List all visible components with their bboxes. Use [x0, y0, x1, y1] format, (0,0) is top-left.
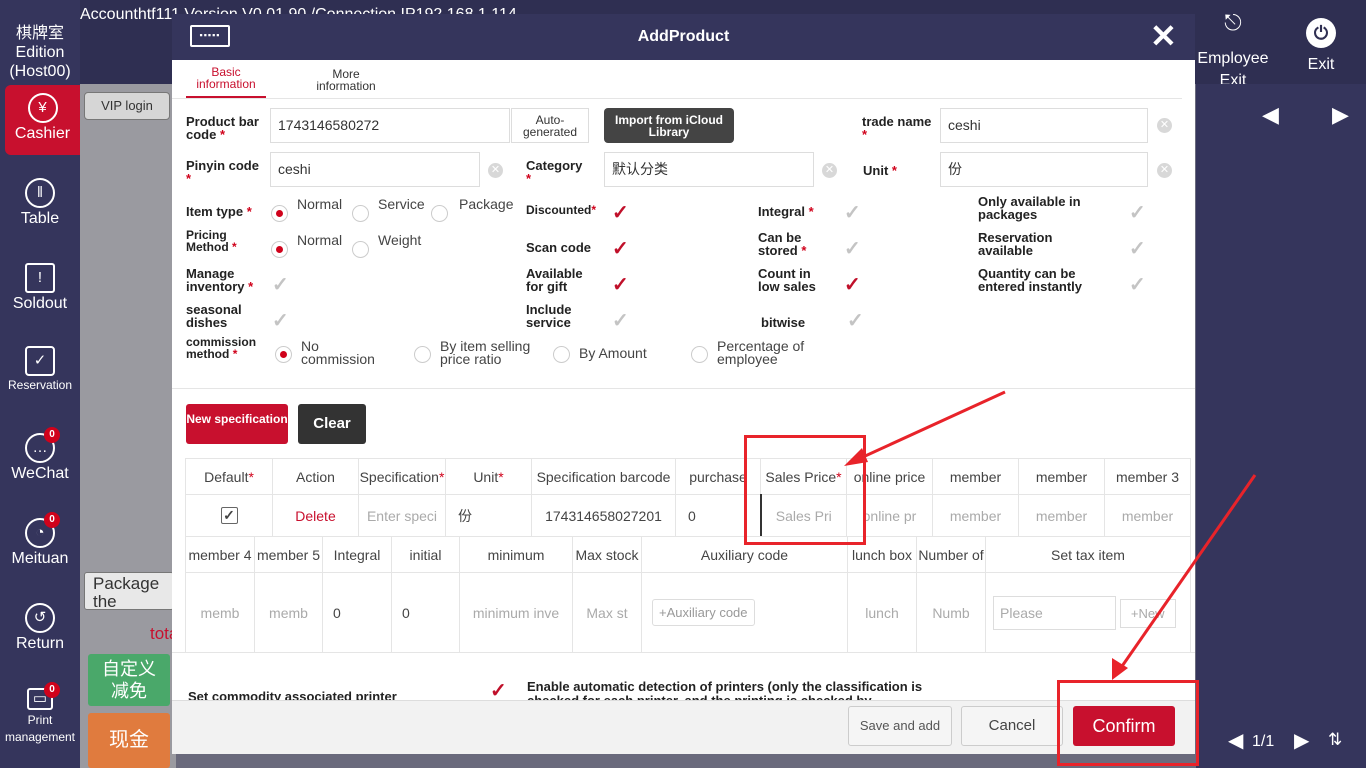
- arrow-head-sales: [844, 448, 868, 466]
- arrow-line-confirm: [1116, 474, 1257, 673]
- annotation-arrows: [844, 390, 1257, 680]
- arrow-line-sales: [851, 390, 1006, 464]
